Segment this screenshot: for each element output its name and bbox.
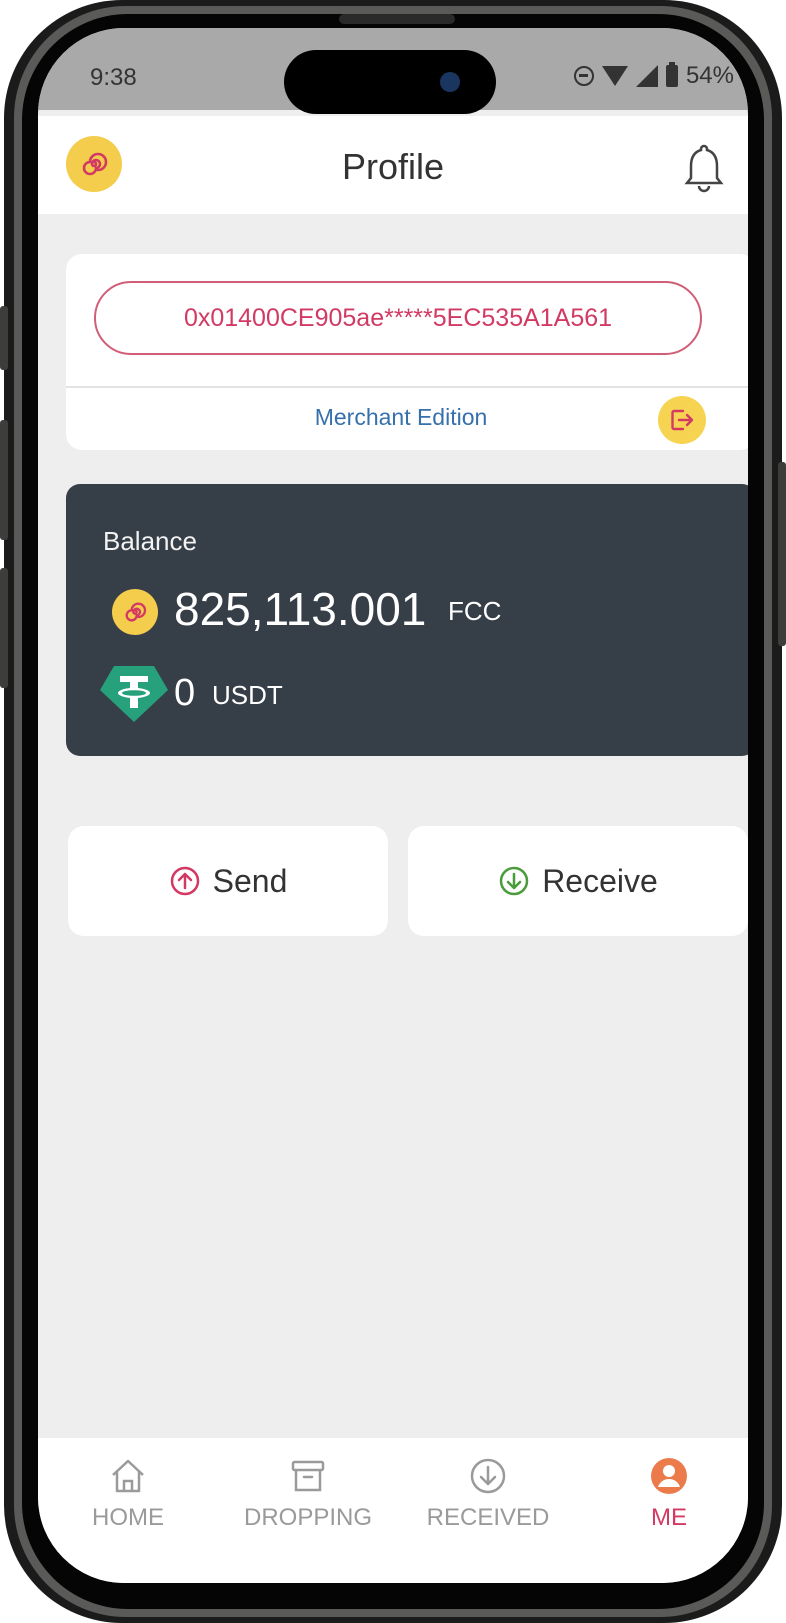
nav-item-me[interactable]: ME xyxy=(589,1456,748,1532)
archive-icon xyxy=(291,1460,325,1492)
phone-volume-down xyxy=(0,568,8,688)
download-circle-icon xyxy=(470,1458,506,1494)
nav-label-me: ME xyxy=(651,1504,687,1531)
usdt-unit: USDT xyxy=(212,680,283,710)
fcc-amount: 825,113.001 xyxy=(174,583,427,635)
signal-icon xyxy=(635,65,658,87)
battery-icon xyxy=(665,62,678,87)
status-bar: 9:38 54% xyxy=(38,28,748,114)
receive-label: Receive xyxy=(542,862,658,899)
arrow-up-circle-icon xyxy=(170,866,199,896)
status-time: 9:38 xyxy=(90,64,137,91)
battery-percent: 54% xyxy=(685,62,734,89)
merchant-edition-link[interactable]: Merchant Edition xyxy=(66,404,736,431)
wallet-address[interactable]: 0x01400CE905ae*****5EC535A1A561 xyxy=(94,281,702,355)
fcc-unit: FCC xyxy=(448,596,502,626)
app-header: Profile xyxy=(38,116,748,214)
phone-speaker xyxy=(339,14,455,24)
balance-card: Balance 825,113.001 FCC 0 USDT xyxy=(66,484,748,756)
nav-item-received[interactable]: RECEIVED xyxy=(408,1456,568,1532)
camera-icon xyxy=(440,72,460,92)
usdt-coin-icon xyxy=(100,666,168,722)
app-screen: 9:38 54% Profile 0x01400CE905ae*****5EC5… xyxy=(38,28,748,1583)
home-icon xyxy=(112,1459,144,1493)
send-label: Send xyxy=(212,862,288,899)
nav-item-dropping[interactable]: DROPPING xyxy=(228,1456,388,1532)
bottom-nav: HOME DROPPING RECEIVED ME xyxy=(38,1438,748,1583)
logout-icon xyxy=(671,409,694,431)
phone-volume-up xyxy=(0,420,8,540)
nav-item-home[interactable]: HOME xyxy=(48,1456,208,1532)
wallet-card: 0x01400CE905ae*****5EC535A1A561 Merchant… xyxy=(66,254,748,450)
send-button[interactable]: Send xyxy=(68,826,388,936)
status-icons: 54% xyxy=(573,62,734,90)
nav-label-dropping: DROPPING xyxy=(243,1504,372,1531)
page-title: Profile xyxy=(341,146,445,187)
fcc-coin-icon xyxy=(112,589,158,635)
nav-label-received: RECEIVED xyxy=(426,1504,550,1531)
wifi-icon xyxy=(601,66,628,86)
nav-label-home: HOME xyxy=(92,1504,164,1531)
balance-label: Balance xyxy=(103,526,197,556)
user-circle-icon xyxy=(651,1458,687,1494)
card-divider xyxy=(66,386,748,388)
receive-button[interactable]: Receive xyxy=(408,826,748,936)
phone-mute-switch xyxy=(0,306,8,370)
dynamic-island xyxy=(284,50,496,114)
bell-icon[interactable] xyxy=(684,142,724,194)
arrow-down-circle-icon xyxy=(499,866,529,896)
do-not-disturb-icon xyxy=(573,66,594,86)
usdt-amount: 0 xyxy=(174,672,196,714)
logout-button[interactable] xyxy=(658,396,706,444)
phone-power-button xyxy=(778,462,786,646)
